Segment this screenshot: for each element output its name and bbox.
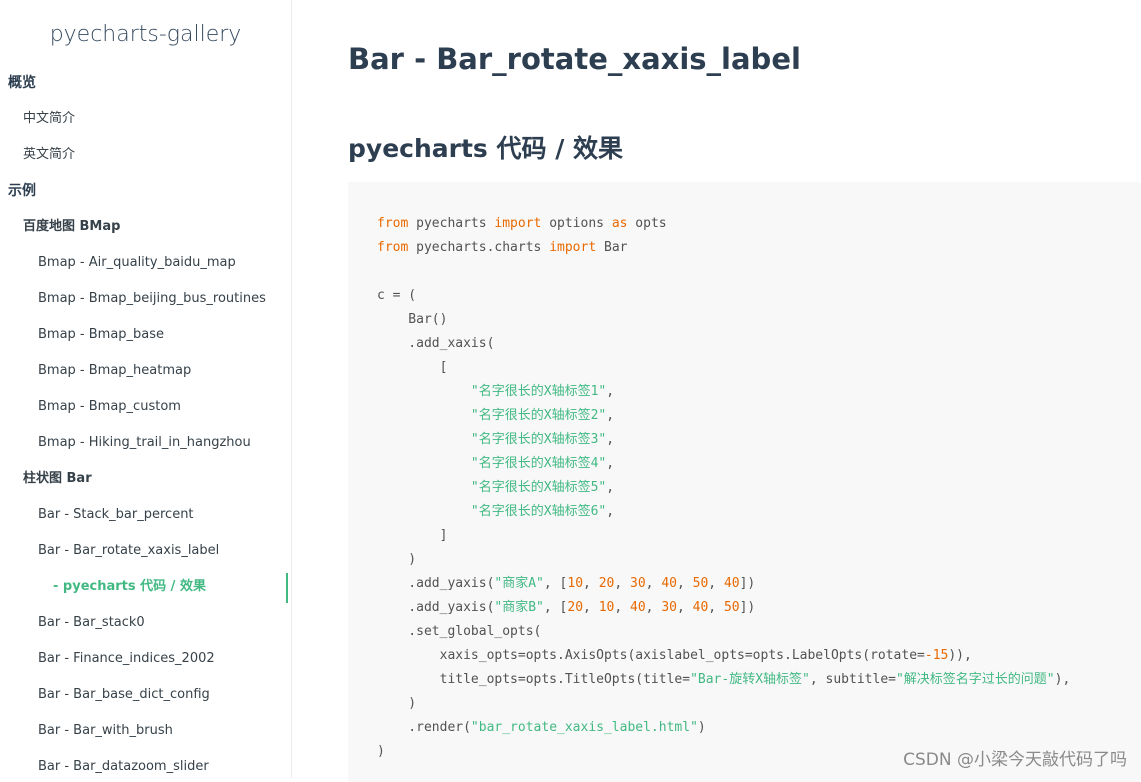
code-number: 50: [692, 576, 709, 591]
code-string: "解决标签名字过长的问题": [895, 672, 1055, 687]
nav-section-examples[interactable]: 示例: [0, 179, 291, 203]
app-title[interactable]: pyecharts-gallery: [0, 22, 291, 58]
code-line: .add_xaxis(: [377, 336, 495, 351]
code-string: "名字很长的X轴标签4": [470, 456, 607, 471]
nav-item-bmap-heatmap[interactable]: Bmap - Bmap_heatmap: [0, 359, 291, 383]
code-number: 10: [598, 600, 615, 615]
code-block[interactable]: from pyecharts import options as opts fr…: [348, 182, 1141, 782]
nav-item-bar-base-dict-config[interactable]: Bar - Bar_base_dict_config: [0, 683, 291, 707]
code-number: 40: [692, 600, 709, 615]
code-line: ): [377, 744, 385, 759]
code-token: .add_yaxis(: [377, 600, 495, 615]
code-string: "名字很长的X轴标签2": [470, 408, 607, 423]
code-string: "商家A": [494, 576, 544, 591]
code-token: ): [697, 720, 706, 735]
nav-item-stack-bar-percent[interactable]: Bar - Stack_bar_percent: [0, 503, 291, 527]
code-token: title_opts=opts.TitleOpts(title=: [377, 672, 691, 687]
code-token: pyecharts.charts: [408, 240, 550, 255]
nav-group-bar[interactable]: 柱状图 Bar: [0, 467, 291, 491]
code-keyword: import: [549, 240, 597, 255]
code-token: pyecharts: [408, 216, 495, 231]
nav-item-bmap-custom[interactable]: Bmap - Bmap_custom: [0, 395, 291, 419]
active-item-marker: [286, 573, 288, 603]
nav-item-active-code-effect[interactable]: - pyecharts 代码 / 效果: [0, 575, 291, 599]
code-number: 30: [630, 576, 646, 591]
page-title: Bar - Bar_rotate_xaxis_label: [348, 42, 801, 76]
code-token: ]): [739, 600, 756, 615]
code-number: 40: [723, 576, 740, 591]
code-keyword: import: [494, 216, 542, 231]
code-line: ): [377, 552, 417, 567]
code-token: , [: [543, 576, 568, 591]
code-keyword: from: [377, 216, 409, 231]
code-string: "Bar-旋转X轴标签": [690, 672, 810, 687]
nav-item-english-intro[interactable]: 英文简介: [0, 143, 291, 167]
sidebar: pyecharts-gallery 概览 中文简介 英文简介 示例 百度地图 B…: [0, 0, 292, 778]
code-line: ): [377, 696, 417, 711]
code-token: .add_yaxis(: [377, 576, 495, 591]
code-line: ]: [377, 528, 448, 543]
nav-item-bmap-beijing-bus-routines[interactable]: Bmap - Bmap_beijing_bus_routines: [0, 287, 291, 311]
nav-item-bmap-base[interactable]: Bmap - Bmap_base: [0, 323, 291, 347]
code-number: -15: [924, 648, 949, 663]
code-token: ),: [1054, 672, 1071, 687]
code-keyword: from: [377, 240, 409, 255]
code-line: c = (: [377, 288, 417, 303]
code-token: )),: [948, 648, 972, 663]
code-line: [: [377, 360, 448, 375]
watermark: CSDN @小梁今天敲代码了吗: [903, 750, 1127, 770]
code-line: Bar(): [377, 312, 448, 327]
code-number: 40: [661, 576, 677, 591]
code-number: 50: [723, 600, 740, 615]
code-number: 10: [567, 576, 584, 591]
code-string: "名字很长的X轴标签6": [470, 504, 607, 519]
code-token: xaxis_opts=opts.AxisOpts(axislabel_opts=…: [377, 648, 925, 663]
nav-item-bar-datazoom-slider[interactable]: Bar - Bar_datazoom_slider: [0, 755, 291, 778]
code-token: , [: [543, 600, 568, 615]
code-token: , subtitle=: [809, 672, 896, 687]
code-token: .render(: [377, 720, 471, 735]
section-title: pyecharts 代码 / 效果: [348, 134, 624, 163]
nav-section-overview[interactable]: 概览: [0, 71, 291, 95]
nav-item-air-quality-baidu-map[interactable]: Bmap - Air_quality_baidu_map: [0, 251, 291, 275]
code-number: 40: [630, 600, 646, 615]
code-string: "商家B": [494, 600, 544, 615]
code-string: "名字很长的X轴标签1": [470, 384, 607, 399]
nav-item-hiking-trail-in-hangzhou[interactable]: Bmap - Hiking_trail_in_hangzhou: [0, 431, 291, 455]
code-string: "名字很长的X轴标签5": [470, 480, 607, 495]
code-token: Bar: [596, 240, 628, 255]
nav-item-bar-stack0[interactable]: Bar - Bar_stack0: [0, 611, 291, 635]
code-number: 30: [661, 600, 677, 615]
code-keyword: as: [611, 216, 628, 231]
code-line: .set_global_opts(: [377, 624, 542, 639]
code-token: ]): [739, 576, 756, 591]
code-number: 20: [598, 576, 615, 591]
nav-item-chinese-intro[interactable]: 中文简介: [0, 107, 291, 131]
code-token: opts: [627, 216, 667, 231]
code-token: options: [541, 216, 612, 231]
code-string: "bar_rotate_xaxis_label.html": [470, 720, 698, 735]
nav-group-bmap[interactable]: 百度地图 BMap: [0, 215, 291, 239]
code-string: "名字很长的X轴标签3": [470, 432, 607, 447]
nav-item-bar-with-brush[interactable]: Bar - Bar_with_brush: [0, 719, 291, 743]
nav-item-finance-indices-2002[interactable]: Bar - Finance_indices_2002: [0, 647, 291, 671]
nav-item-bar-rotate-xaxis-label[interactable]: Bar - Bar_rotate_xaxis_label: [0, 539, 291, 563]
code-text[interactable]: from pyecharts import options as opts fr…: [377, 212, 1070, 764]
code-number: 20: [567, 600, 584, 615]
